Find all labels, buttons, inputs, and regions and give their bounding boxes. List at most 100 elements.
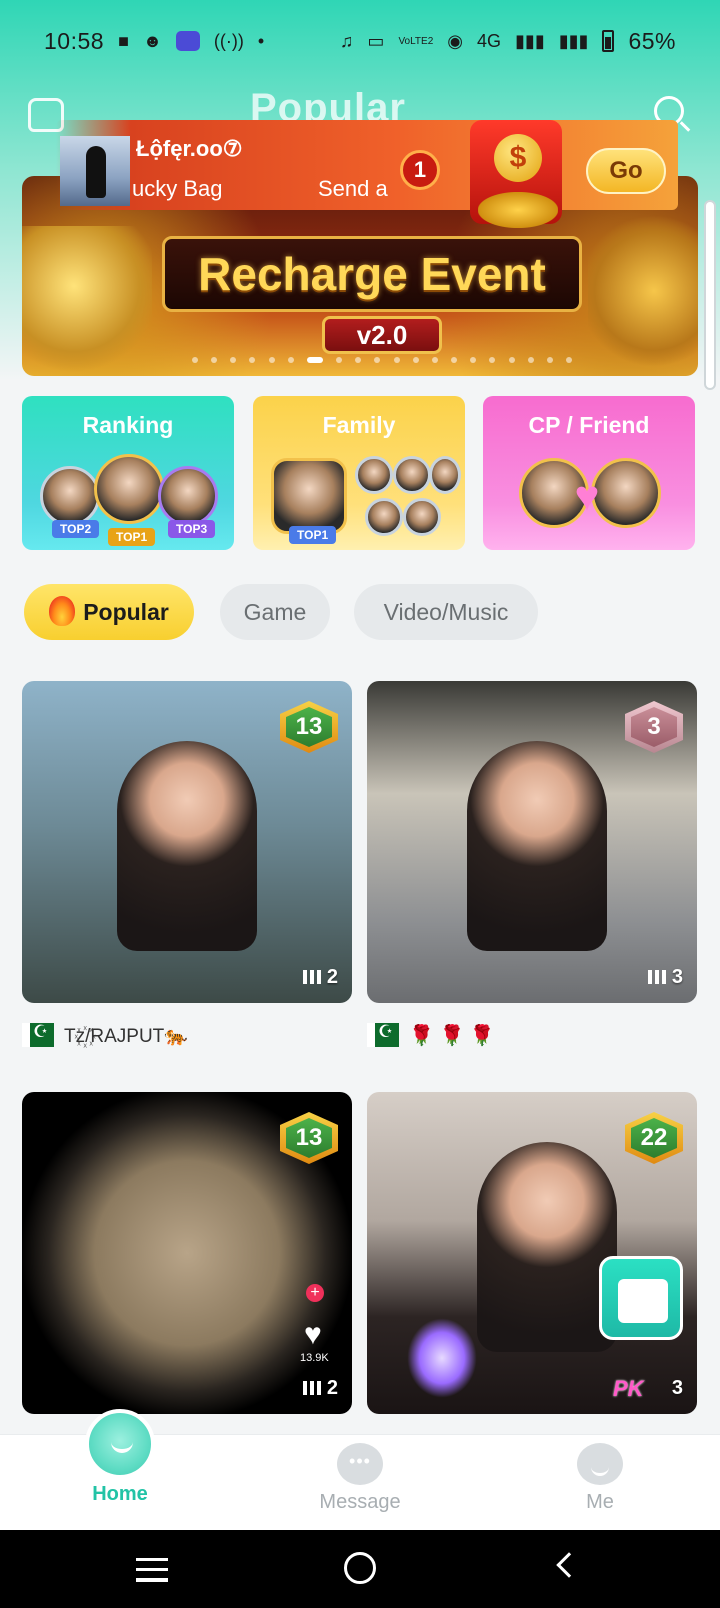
home-icon: [85, 1409, 155, 1479]
avatar: [365, 498, 403, 536]
heart-icon[interactable]: ♥: [304, 1318, 322, 1352]
pagination-dot: [412, 357, 419, 363]
cp-friend-title: CP / Friend: [528, 412, 650, 438]
level-badge: 13: [280, 1112, 338, 1164]
battery-level: 65%: [628, 27, 676, 54]
cast-icon: ▭: [367, 30, 385, 51]
lucky-bag-notification[interactable]: Łộfęr.oo⑦ ucky Bag Send a 1 $ Go: [56, 120, 678, 228]
rank-badge-top1: TOP1: [108, 528, 156, 546]
room-card[interactable]: 22 PK 3: [367, 1092, 697, 1414]
avatar: [94, 454, 164, 524]
banner-pagination: [192, 356, 572, 364]
pagination-dot: [546, 357, 553, 363]
rank-badge-top3: TOP3: [168, 520, 216, 538]
status-left: 10:58 ■ ☻ ((·)) •: [44, 28, 264, 55]
status-bar: 10:58 ■ ☻ ((·)) • ♫ ▭ VoLTE2 ◉ 4G ▮▮▮ ▮▮…: [0, 0, 720, 82]
listener-count: 3: [647, 966, 683, 989]
pagination-dot: [527, 357, 534, 363]
status-right: ♫ ▭ VoLTE2 ◉ 4G ▮▮▮ ▮▮▮ 65%: [340, 28, 676, 55]
heart-icon: ♥: [574, 472, 600, 519]
room-cover-image: [467, 741, 607, 951]
sender-name: Łộfęr.oo⑦: [136, 136, 243, 161]
go-button[interactable]: Go: [586, 148, 666, 194]
dollar-coin-icon: $: [494, 134, 542, 182]
pagination-dot: [508, 357, 515, 363]
pakistan-flag-icon: [367, 1022, 399, 1047]
room-owner-name: Tz꙰/RAJPUT🐅: [64, 1026, 188, 1047]
like-count: 13.9K: [300, 1352, 329, 1364]
pagination-dot: [489, 357, 496, 363]
calendar-checkin-icon[interactable]: [599, 1256, 683, 1340]
side-scroll-handle[interactable]: [704, 200, 716, 390]
avatar: [40, 466, 100, 526]
pakistan-flag-icon: [22, 1022, 54, 1047]
volte-icon: VoLTE2: [398, 35, 434, 47]
pagination-dot: [355, 357, 362, 363]
ranking-title: Ranking: [82, 412, 174, 438]
tab-popular[interactable]: Popular: [24, 584, 194, 640]
level-badge: 13: [280, 701, 338, 753]
pagination-dot: [451, 357, 458, 363]
avatar: [403, 498, 441, 536]
signal-icon: ▮▮▮: [515, 30, 545, 51]
listener-count: 2: [302, 1377, 338, 1400]
level-value: 13: [286, 707, 332, 747]
ranking-card[interactable]: Ranking TOP2 TOP1 TOP3: [22, 396, 234, 550]
audio-bars-icon: [647, 970, 666, 984]
tab-popular-label: Popular: [83, 599, 169, 625]
lion-graphic: [588, 206, 698, 376]
car-graphic: [22, 226, 152, 376]
jet-game-icon: [407, 1318, 477, 1398]
room-card[interactable]: 13 2: [22, 681, 352, 1003]
pk-label: PK: [613, 1376, 644, 1401]
signal-icon-2: ▮▮▮: [558, 30, 589, 51]
system-home-icon[interactable]: [344, 1552, 376, 1584]
level-value: 22: [631, 1118, 677, 1158]
system-navigation-bar: [0, 1530, 720, 1608]
nav-me-label: Me: [586, 1491, 614, 1513]
tab-game[interactable]: Game: [220, 584, 330, 640]
cp-friend-card[interactable]: CP / Friend ♥: [483, 396, 695, 550]
nav-message[interactable]: Message: [300, 1435, 420, 1514]
bottom-nav: Home Message Me: [0, 1409, 720, 1530]
lucky-bag-count: 1: [400, 150, 440, 190]
audio-bars-icon: [302, 970, 321, 984]
nav-home[interactable]: Home: [60, 1409, 180, 1506]
pagination-dot: [393, 357, 400, 363]
level-badge: 22: [625, 1112, 683, 1164]
dot-icon: •: [257, 30, 265, 51]
level-badge: 3: [625, 701, 683, 753]
back-icon[interactable]: [556, 1552, 582, 1578]
level-value: 3: [631, 707, 677, 747]
pagination-dot: [336, 357, 343, 363]
follow-plus-icon[interactable]: +: [306, 1284, 324, 1302]
banner-title: Recharge Event: [198, 248, 546, 300]
banner-title-box: Recharge Event: [162, 236, 582, 312]
pagination-dot: [431, 357, 438, 363]
room-card[interactable]: 3 3: [367, 681, 697, 1003]
listener-count: 2: [302, 966, 338, 989]
room-owner-row: 🌹 🌹 🌹: [367, 1020, 495, 1050]
listener-value: 2: [326, 966, 338, 988]
app-icon: [175, 31, 200, 51]
pagination-dot: [230, 357, 237, 363]
level-value: 13: [286, 1118, 332, 1158]
room-card[interactable]: 13 + ♥ 13.9K 2: [22, 1092, 352, 1414]
pagination-dot: [374, 357, 381, 363]
battery-icon: [602, 30, 615, 52]
pagination-dot: [287, 357, 294, 363]
family-card[interactable]: Family TOP1: [253, 396, 465, 550]
listener-count: 3: [672, 1377, 683, 1400]
pagination-dot-active: [306, 357, 323, 363]
room-cover-image: [477, 1142, 617, 1352]
nav-me[interactable]: Me: [540, 1435, 660, 1514]
wifi-icon: ◉: [447, 30, 463, 51]
pagination-dot: [249, 357, 256, 363]
avatar: [355, 456, 393, 494]
recent-apps-icon[interactable]: [136, 1558, 168, 1582]
video-icon: ■: [118, 30, 129, 51]
listener-value: 3: [671, 966, 683, 988]
sender-avatar: [60, 136, 130, 206]
tab-video-music[interactable]: Video/Music: [354, 584, 538, 640]
family-badge-top1: TOP1: [289, 526, 337, 544]
